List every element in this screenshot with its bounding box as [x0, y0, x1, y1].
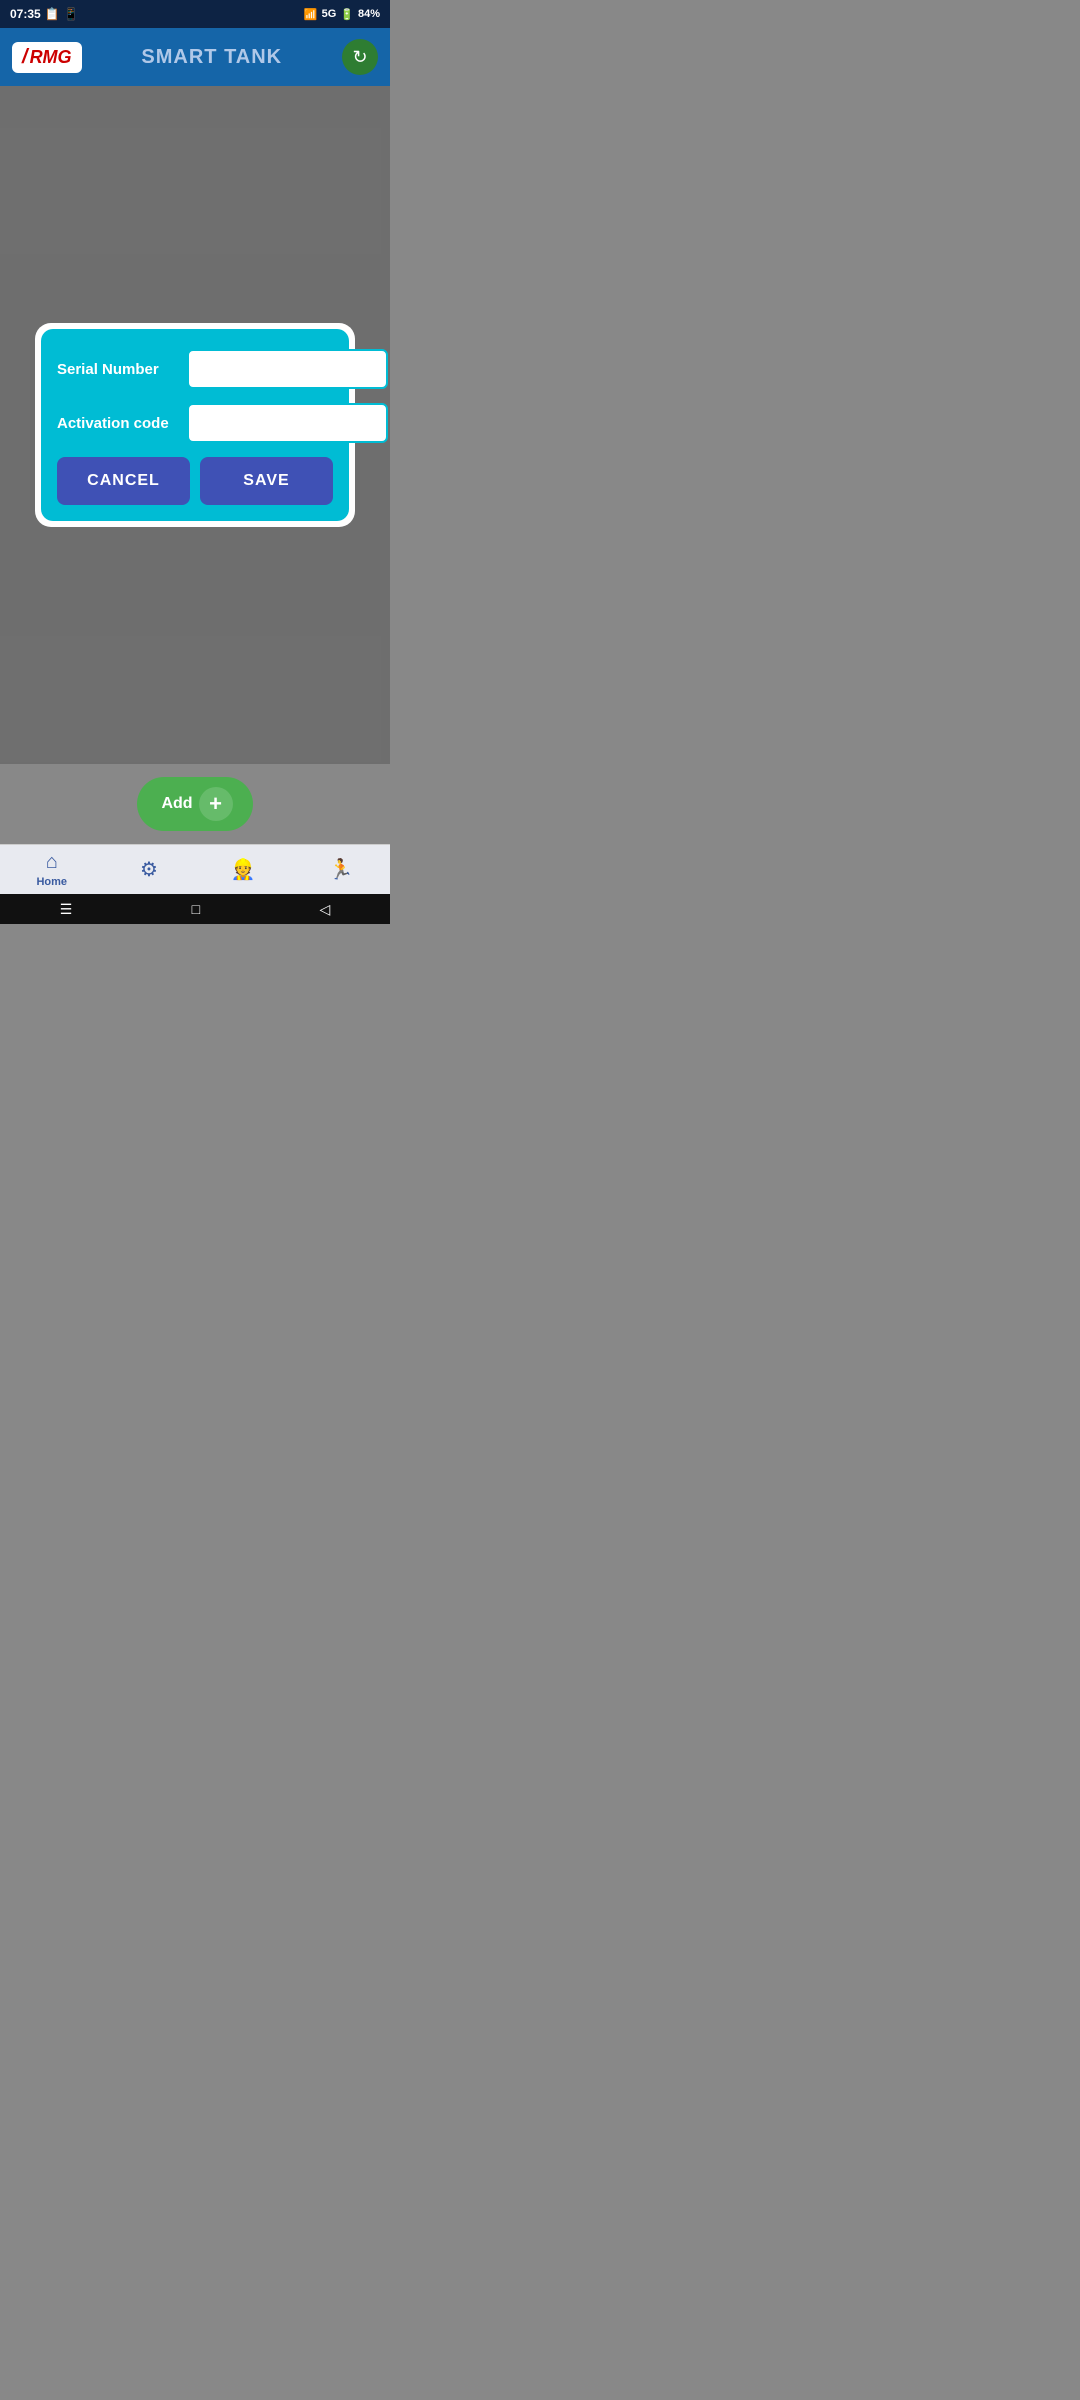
dialog-inner: Serial Number Activation code CANCEL SAV… — [41, 329, 349, 521]
android-nav-bar: ☰ □ ◁ — [0, 894, 390, 924]
nav-user[interactable]: 👷 — [231, 857, 256, 882]
activation-code-label: Activation code — [57, 415, 177, 432]
modal-overlay[interactable]: Serial Number Activation code CANCEL SAV… — [0, 86, 390, 764]
logo-rmg: RMG — [30, 47, 72, 68]
refresh-icon: ↻ — [352, 47, 367, 68]
dialog-wrapper: Serial Number Activation code CANCEL SAV… — [35, 323, 355, 527]
add-circle-icon: + — [199, 787, 233, 821]
battery-percent: 84% — [358, 8, 380, 20]
wifi-icon: 5G — [322, 8, 337, 20]
dialog-buttons: CANCEL SAVE — [57, 457, 333, 505]
message-icon: 📋 — [45, 7, 60, 21]
add-button-label: Add — [161, 795, 192, 813]
status-left: 07:35 📋 📱 — [10, 7, 79, 21]
android-back-icon[interactable]: ◁ — [320, 901, 331, 918]
cancel-button[interactable]: CANCEL — [57, 457, 190, 505]
signal-icon: 📶 — [304, 8, 318, 21]
battery-icon: 🔋 — [340, 8, 354, 21]
app-header: / RMG SMART TANK ↻ — [0, 28, 390, 86]
status-bar: 07:35 📋 📱 📶 5G 🔋 84% — [0, 0, 390, 28]
nav-settings[interactable]: ⚙ — [140, 857, 158, 882]
add-area: Add + — [0, 764, 390, 844]
android-home-icon[interactable]: □ — [192, 901, 200, 917]
logo-box: / RMG — [12, 42, 82, 73]
refresh-button[interactable]: ↻ — [342, 39, 378, 75]
android-menu-icon[interactable]: ☰ — [60, 901, 73, 918]
add-button[interactable]: Add + — [137, 777, 252, 831]
time-display: 07:35 — [10, 7, 41, 21]
serial-number-row: Serial Number — [57, 349, 333, 389]
serial-number-input[interactable] — [187, 349, 388, 389]
save-button[interactable]: SAVE — [200, 457, 333, 505]
home-icon: ⌂ — [46, 851, 58, 874]
nav-activity[interactable]: 🏃 — [329, 857, 354, 882]
activation-code-row: Activation code — [57, 403, 333, 443]
serial-number-label: Serial Number — [57, 361, 177, 378]
bottom-nav: ⌂ Home ⚙ 👷 🏃 — [0, 844, 390, 894]
activity-icon: 🏃 — [329, 857, 354, 882]
whatsapp-icon: 📱 — [64, 7, 79, 21]
activation-code-input[interactable] — [187, 403, 388, 443]
status-right: 📶 5G 🔋 84% — [304, 8, 380, 21]
user-icon: 👷 — [231, 857, 256, 882]
main-content: Serial Number Activation code CANCEL SAV… — [0, 86, 390, 764]
settings-icon: ⚙ — [140, 857, 158, 882]
app-title: SMART TANK — [92, 46, 332, 69]
nav-home[interactable]: ⌂ Home — [36, 851, 67, 888]
logo-slash: / — [22, 46, 28, 69]
home-label: Home — [36, 876, 67, 888]
plus-icon: + — [209, 791, 222, 817]
